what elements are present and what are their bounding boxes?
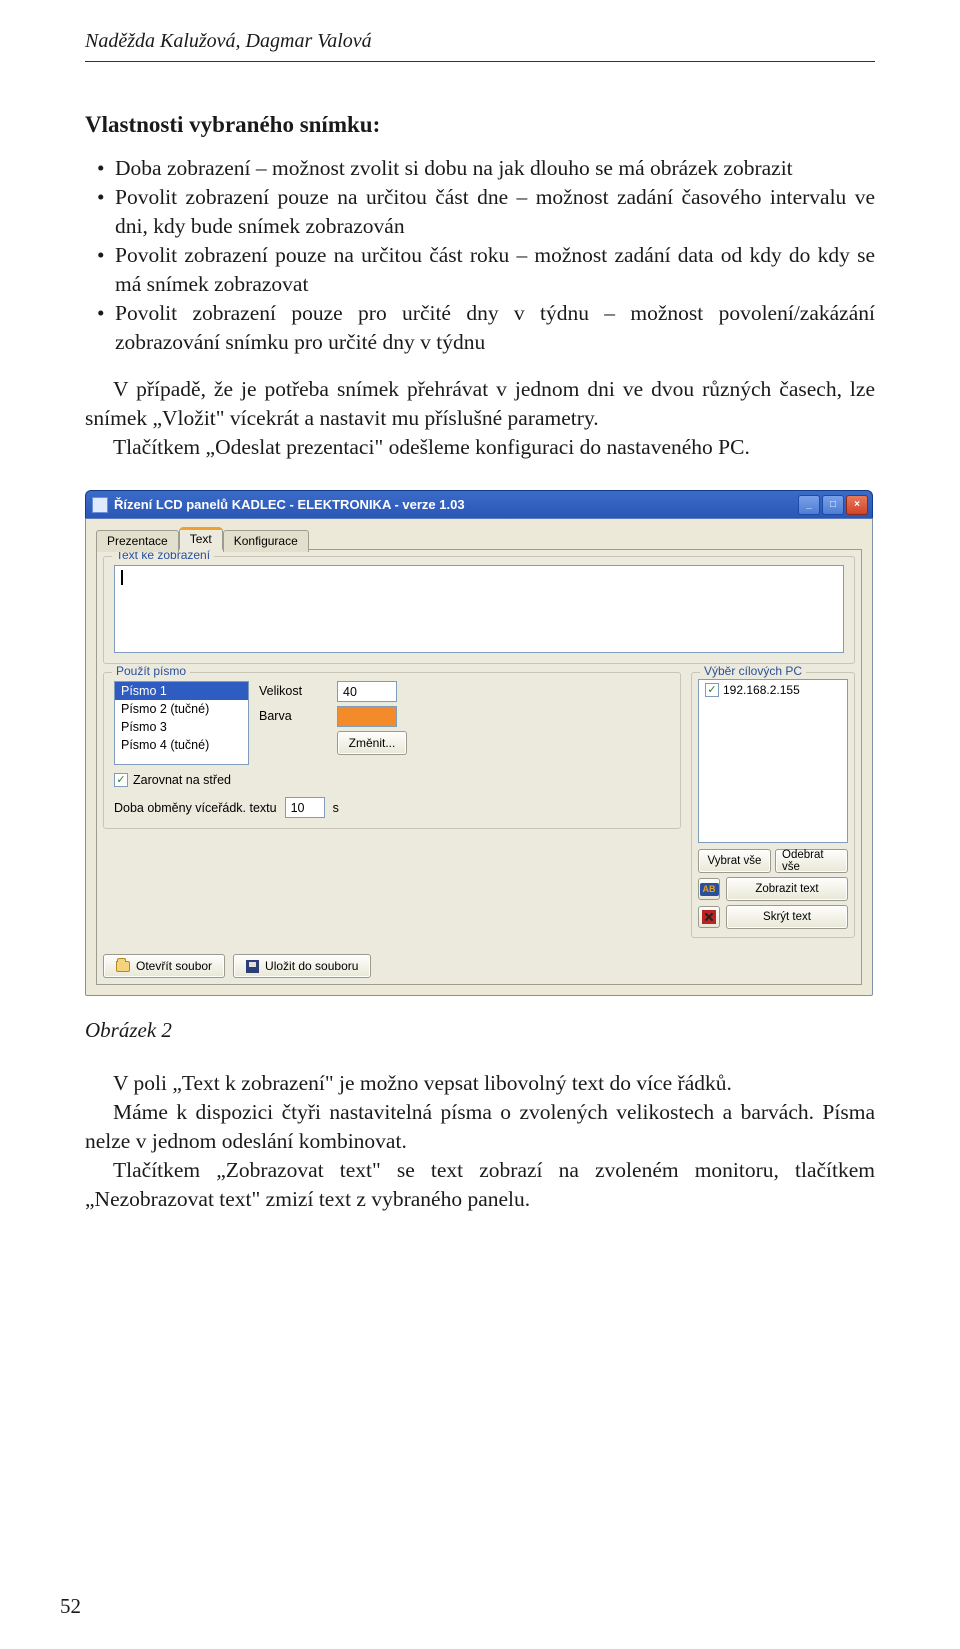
- save-file-label: Uložit do souboru: [265, 959, 358, 973]
- x-icon: [702, 910, 716, 924]
- group-text-to-display: Text ke zobrazení: [103, 556, 855, 664]
- label-size: Velikost: [259, 681, 327, 698]
- tab-bar: Prezentace Text Konfigurace: [96, 528, 862, 550]
- select-all-button[interactable]: Vybrat vše: [698, 849, 771, 873]
- group-target-pc: Výběr cílových PC ✓ 192.168.2.155: [691, 672, 855, 938]
- tab-text[interactable]: Text: [179, 528, 223, 550]
- open-file-label: Otevřít soubor: [136, 959, 212, 973]
- section-heading: Vlastnosti vybraného snímku:: [85, 112, 875, 138]
- center-checkbox[interactable]: ✓: [114, 773, 128, 787]
- app-icon: [92, 497, 108, 513]
- hide-text-button[interactable]: Skrýt text: [726, 905, 848, 929]
- group-use-font: Použít písmo Písmo 1 Písmo 2 (tučné) Pís…: [103, 672, 681, 829]
- paragraph: Tlačítkem „Odeslat prezentaci" odešleme …: [85, 433, 875, 462]
- minimize-button[interactable]: _: [798, 495, 820, 515]
- color-swatch: [337, 706, 397, 727]
- group-legend: Výběr cílových PC: [700, 664, 806, 678]
- open-file-button[interactable]: Otevřít soubor: [103, 954, 225, 978]
- paragraph: Máme k dispozici čtyři nastavitelná písm…: [85, 1098, 875, 1156]
- figure-caption: Obrázek 2: [85, 1018, 875, 1043]
- label-color: Barva: [259, 706, 327, 723]
- size-input[interactable]: [337, 681, 397, 702]
- font-option[interactable]: Písmo 2 (tučné): [115, 700, 248, 718]
- font-option[interactable]: Písmo 3: [115, 718, 248, 736]
- font-option[interactable]: Písmo 4 (tučné): [115, 736, 248, 754]
- group-legend: Použít písmo: [112, 664, 190, 678]
- tab-prezentace[interactable]: Prezentace: [96, 530, 179, 552]
- font-option[interactable]: Písmo 1: [115, 682, 248, 700]
- folder-open-icon: [116, 961, 130, 972]
- paragraph: V poli „Text k zobrazení" je možno vepsa…: [85, 1069, 875, 1098]
- list-item: Povolit zobrazení pouze pro určité dny v…: [115, 299, 875, 357]
- list-item: Povolit zobrazení pouze na určitou část …: [115, 241, 875, 299]
- tab-konfigurace[interactable]: Konfigurace: [223, 530, 309, 552]
- label-swap-time: Doba obměny víceřádk. textu: [114, 801, 277, 815]
- header-authors: Naděžda Kalužová, Dagmar Valová: [85, 0, 875, 62]
- maximize-button[interactable]: □: [822, 495, 844, 515]
- pc-ip: 192.168.2.155: [723, 683, 800, 697]
- text-cursor-icon: [121, 570, 123, 585]
- paragraph: V případě, že je potřeba snímek přehráva…: [85, 375, 875, 433]
- font-listbox[interactable]: Písmo 1 Písmo 2 (tučné) Písmo 3 Písmo 4 …: [114, 681, 249, 765]
- label-center: Zarovnat na střed: [133, 773, 231, 787]
- save-file-button[interactable]: Uložit do souboru: [233, 954, 371, 978]
- show-text-icon: AB: [698, 878, 720, 900]
- list-item: Doba zobrazení – možnost zvolit si dobu …: [115, 154, 875, 183]
- hide-text-icon: [698, 906, 720, 928]
- ab-icon: AB: [700, 883, 719, 896]
- figure-screenshot: Řízení LCD panelů KADLEC - ELEKTRONIKA -…: [85, 490, 875, 996]
- window-titlebar[interactable]: Řízení LCD panelů KADLEC - ELEKTRONIKA -…: [85, 490, 873, 518]
- paragraph: Tlačítkem „Zobrazovat text" se text zobr…: [85, 1156, 875, 1214]
- close-button[interactable]: ×: [846, 495, 868, 515]
- bullet-list: Doba zobrazení – možnost zvolit si dobu …: [85, 154, 875, 357]
- swap-time-input[interactable]: [285, 797, 325, 818]
- pc-list-item[interactable]: ✓ 192.168.2.155: [701, 682, 845, 698]
- label-unit-seconds: s: [333, 801, 339, 815]
- page-number: 52: [60, 1594, 81, 1619]
- change-button[interactable]: Změnit...: [337, 731, 407, 755]
- show-text-button[interactable]: Zobrazit text: [726, 877, 848, 901]
- floppy-disk-icon: [246, 960, 259, 973]
- target-pc-list[interactable]: ✓ 192.168.2.155: [698, 679, 848, 843]
- pc-item-checkbox[interactable]: ✓: [705, 683, 719, 697]
- text-to-display-input[interactable]: [114, 565, 844, 653]
- window-title: Řízení LCD panelů KADLEC - ELEKTRONIKA -…: [114, 497, 798, 512]
- list-item: Povolit zobrazení pouze na určitou část …: [115, 183, 875, 241]
- remove-all-button[interactable]: Odebrat vše: [775, 849, 848, 873]
